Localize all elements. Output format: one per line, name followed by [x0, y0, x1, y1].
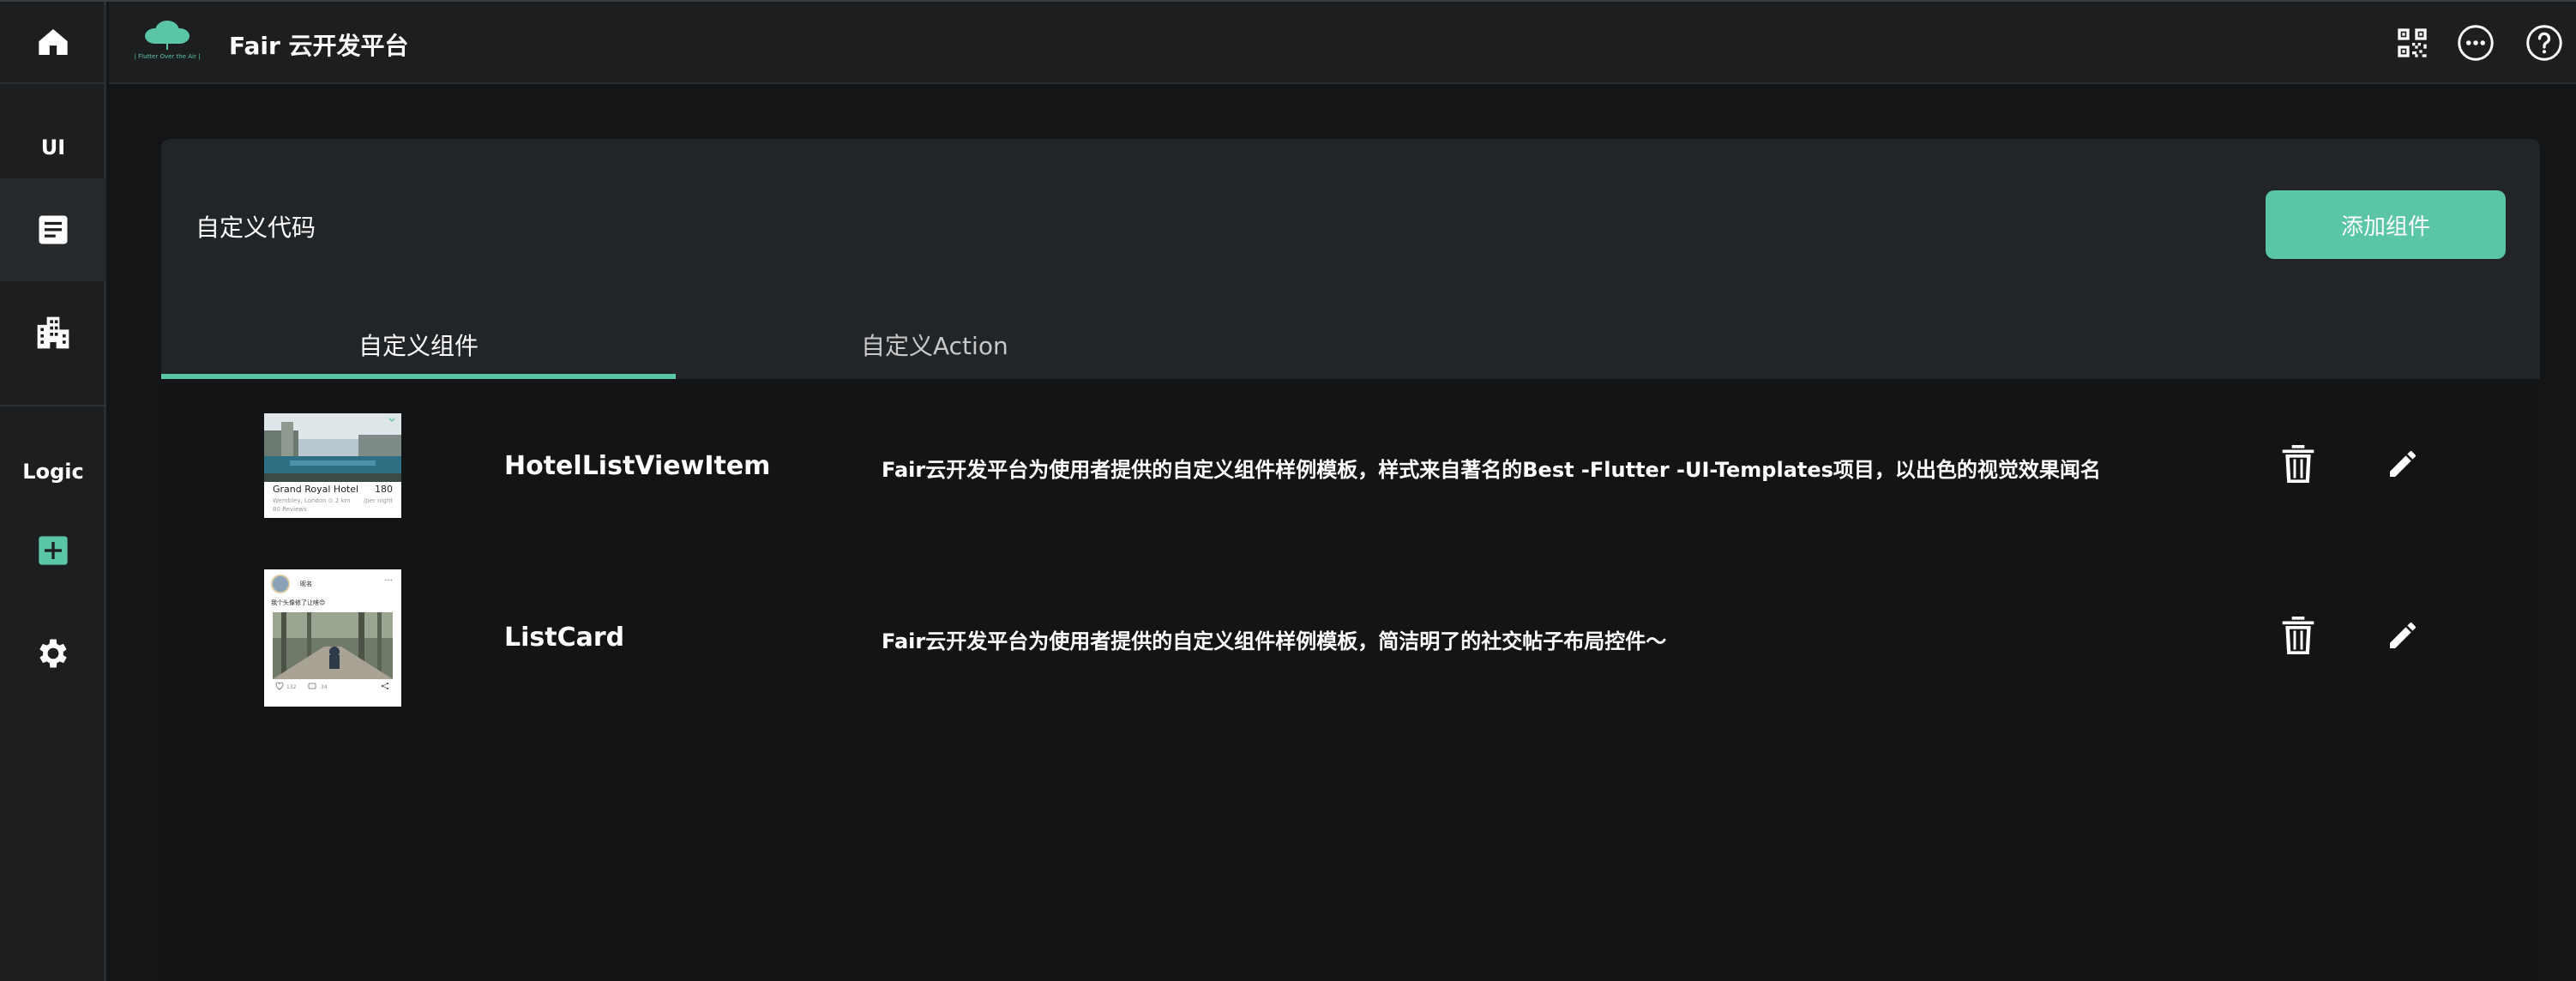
list-item: Grand Royal Hotel 180 Wembley, London ⊙ …	[161, 379, 2540, 551]
component-description: Fair云开发平台为使用者提供的自定义组件样例模板，样式来自著名的Best -F…	[882, 458, 2101, 482]
qr-code-icon	[2398, 28, 2427, 57]
gear-icon	[39, 639, 67, 668]
sidebar-section-ui-label: UI	[40, 135, 66, 159]
thumb-hotel-price: 180	[375, 484, 393, 495]
thumb-hotel-location: Wembley, London ⊙ 2 km	[273, 497, 351, 504]
help-icon	[2526, 25, 2562, 61]
top-header: | Flutter Over the Air | Fair 云开发平台	[109, 2, 2576, 84]
qr-code-button[interactable]	[2393, 24, 2431, 62]
tab-custom-components-label: 自定义组件	[358, 332, 479, 360]
cloud-logo-icon	[145, 21, 190, 50]
pencil-icon	[2390, 451, 2416, 477]
app-logo[interactable]: | Flutter Over the Air |	[126, 14, 208, 69]
delete-button[interactable]	[2272, 605, 2324, 665]
thumb-likes: 132	[286, 684, 297, 690]
list-item: 昵名 ··· 我个头像修了让啥😊 132 34 ListCard Fair云开发…	[161, 551, 2540, 722]
edit-button[interactable]	[2377, 605, 2429, 665]
sidebar-item-settings[interactable]	[0, 619, 106, 688]
logo-tagline: | Flutter Over the Air |	[134, 53, 201, 60]
component-thumbnail: 昵名 ··· 我个头像修了让啥😊 132 34	[264, 569, 401, 707]
sidebar-home-button[interactable]	[0, 2, 106, 84]
thumb-post-photo	[273, 612, 393, 679]
pencil-icon	[2390, 623, 2416, 648]
sidebar-divider	[0, 405, 106, 406]
document-icon	[39, 215, 68, 244]
trash-icon	[2282, 445, 2314, 483]
sidebar-item-custom-code[interactable]	[0, 178, 106, 281]
component-description: Fair云开发平台为使用者提供的自定义组件样例模板，简洁明了的社交帖子布局控件～	[882, 629, 1667, 653]
page-title: 自定义代码	[196, 214, 316, 242]
thumb-action-bar: 132 34	[275, 682, 389, 690]
thumb-username: 昵名	[300, 581, 312, 587]
sidebar-item-add[interactable]	[0, 516, 106, 585]
thumb-hotel-reviews: 80 Reviews	[273, 506, 307, 513]
delete-button[interactable]	[2272, 434, 2324, 494]
more-icon	[2458, 25, 2494, 61]
app-root: UI Logic | Flutter Over the Air | Fair 云…	[0, 0, 2576, 981]
sidebar-item-building[interactable]	[0, 281, 106, 384]
add-component-button[interactable]: 添加组件	[2266, 190, 2506, 259]
component-thumbnail: Grand Royal Hotel 180 Wembley, London ⊙ …	[264, 413, 401, 518]
thumb-comments: 34	[321, 684, 328, 690]
sidebar-section-logic-label: Logic	[22, 460, 84, 484]
app-title: Fair 云开发平台	[229, 32, 409, 60]
trash-icon	[2282, 617, 2314, 654]
hotel-photo	[264, 413, 401, 482]
tab-custom-action-label: 自定义Action	[861, 332, 1008, 360]
thumb-post-text: 我个头像修了让啥😊	[271, 599, 326, 606]
component-name: ListCard	[504, 623, 625, 653]
thumb-hotel-name: Grand Royal Hotel	[273, 484, 359, 495]
thumb-avatar	[271, 575, 290, 593]
thumb-more-icon: ···	[384, 576, 393, 586]
building-icon	[37, 316, 69, 349]
edit-button[interactable]	[2377, 434, 2429, 494]
sidebar: UI Logic	[0, 2, 106, 981]
more-button[interactable]	[2457, 24, 2495, 62]
thumb-hotel-per-night: /per night	[363, 497, 393, 504]
component-name: HotelListViewItem	[504, 451, 771, 481]
help-button[interactable]	[2525, 24, 2563, 62]
home-icon	[39, 29, 68, 55]
custom-code-panel: 自定义代码 添加组件 自定义组件 自定义Action Grand Royal H…	[161, 139, 2540, 981]
add-box-icon	[39, 536, 68, 565]
